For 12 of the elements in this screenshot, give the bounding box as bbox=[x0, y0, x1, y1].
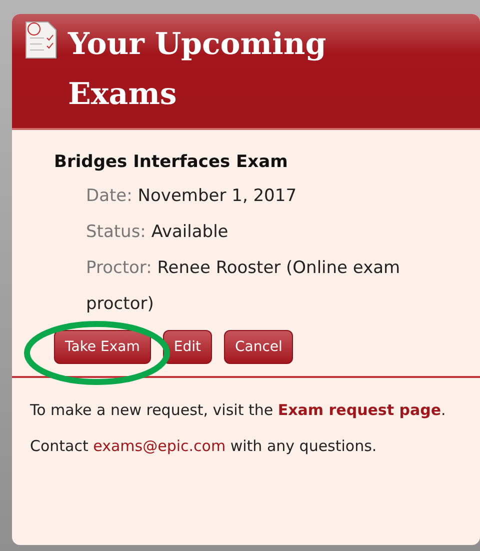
exam-paper-icon bbox=[24, 20, 58, 60]
exam-detail: Status: Available bbox=[85, 221, 230, 244]
exam-request-link[interactable]: Exam request page bbox=[278, 401, 442, 419]
exam-action-button[interactable]: Cancel bbox=[224, 330, 294, 364]
exam-action-button[interactable]: Edit bbox=[162, 330, 212, 364]
exam-name: Bridges Interfaces Exam bbox=[54, 152, 289, 172]
email-link[interactable]: exams@epic.com bbox=[93, 437, 226, 455]
exam-detail: Date: November 1, 2017 bbox=[85, 185, 298, 208]
request-note: To make a new request, visit the Exam request page. Contact exams@epic.com with any questions. bbox=[29, 400, 447, 457]
exam-detail: Proctor: Renee Rooster (Online exam proctor) bbox=[85, 257, 402, 316]
panel-title: Your Upcoming Exams bbox=[68, 26, 328, 114]
exam-action-button[interactable]: Take Exam bbox=[54, 330, 151, 364]
